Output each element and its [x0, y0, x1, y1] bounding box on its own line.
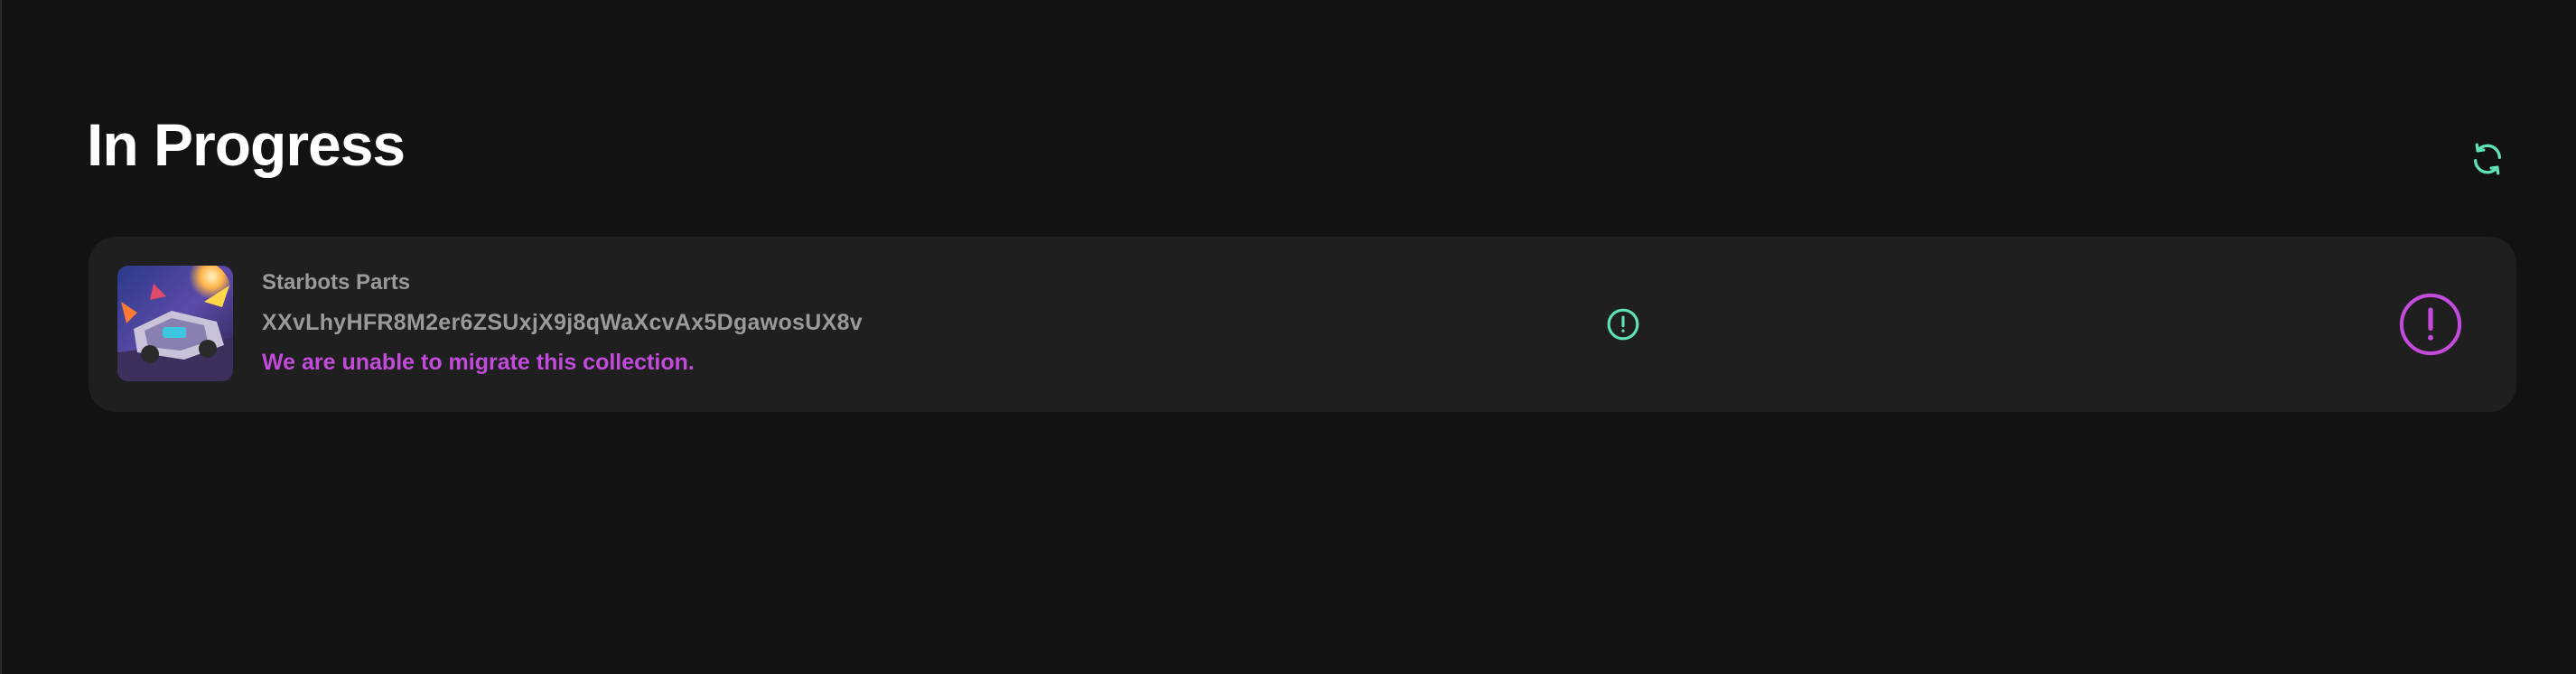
page-title: In Progress [87, 111, 406, 178]
alert-circle-icon [1607, 308, 1639, 341]
error-message: We are unable to migrate this collection… [262, 350, 695, 375]
collection-thumbnail [117, 266, 233, 381]
collection-name: Starbots Parts [262, 270, 411, 295]
status-indicator [1606, 307, 1640, 342]
collection-info: Starbots Parts XXvLhyHFR8M2er6ZSUxjX9j8q… [262, 269, 863, 376]
error-status-button[interactable] [2399, 293, 2462, 356]
collection-thumbnail-image [117, 266, 233, 381]
refresh-button[interactable] [2469, 141, 2506, 177]
refresh-icon [2474, 143, 2501, 175]
collection-address: XXvLhyHFR8M2er6ZSUxjX9j8qWaXcvAx5DgawosU… [262, 310, 863, 335]
alert-circle-icon [2399, 293, 2462, 356]
migration-page: In Progress Starbots Parts XXvLhyHFR8M2e… [0, 0, 2576, 674]
collection-card: Starbots Parts XXvLhyHFR8M2er6ZSUxjX9j8q… [89, 237, 2516, 412]
